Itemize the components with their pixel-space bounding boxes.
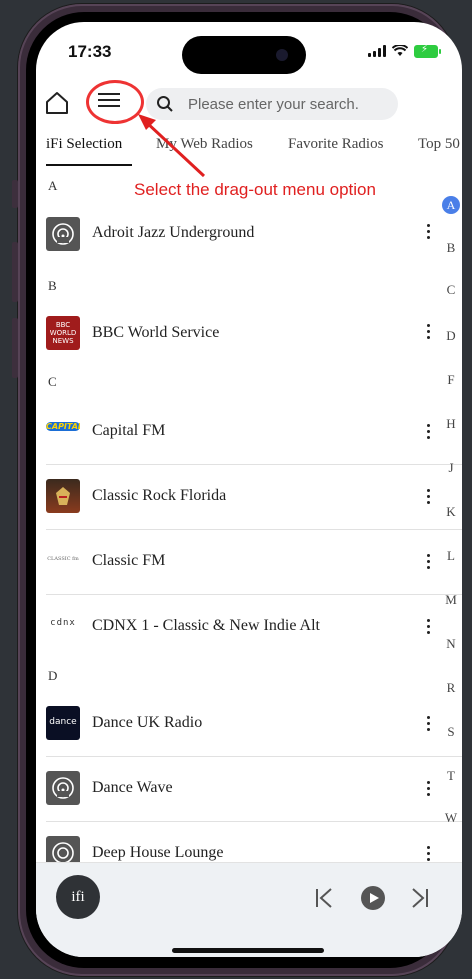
station-name: Dance UK Radio (92, 714, 203, 731)
station-name: Deep House Lounge (92, 844, 224, 861)
tab-bar: iFi Selection My Web Radios Favorite Rad… (36, 136, 462, 168)
alpha-index-h[interactable]: H (442, 416, 460, 432)
more-options-icon[interactable] (424, 424, 432, 444)
bbc-world-news-logo: BBC WORLD NEWS (46, 316, 80, 350)
battery-icon: ⚡ (414, 44, 441, 58)
station-name: CDNX 1 - Classic & New Indie Alt (92, 617, 320, 634)
radio-placeholder-icon (46, 836, 80, 862)
more-options-icon[interactable] (424, 619, 432, 639)
station-name: Adroit Jazz Underground (92, 224, 255, 241)
station-row[interactable]: Classic Rock Florida (36, 465, 436, 529)
more-options-icon[interactable] (424, 224, 432, 244)
volume-up-button (12, 242, 18, 302)
status-bar: 17:33 ⚡ (36, 22, 462, 82)
previous-track-icon[interactable] (314, 887, 334, 909)
radio-placeholder-icon (46, 771, 80, 805)
tab-ifi-selection[interactable]: iFi Selection (46, 136, 122, 153)
more-options-icon[interactable] (424, 716, 432, 736)
search-placeholder: Please enter your search. (188, 95, 359, 113)
volume-down-button (12, 318, 18, 378)
tab-top-50[interactable]: Top 50 (418, 136, 460, 153)
station-row[interactable]: CLASSIC fm Classic FM (36, 530, 436, 594)
station-name: Capital FM (92, 422, 166, 439)
station-name: BBC World Service (92, 324, 220, 341)
station-row[interactable]: Deep House Lounge (36, 822, 436, 862)
station-name: Classic Rock Florida (92, 487, 227, 504)
wifi-icon (392, 45, 408, 56)
classic-rock-florida-logo (46, 479, 80, 513)
station-row[interactable]: Dance Wave (36, 757, 436, 821)
alpha-index-r[interactable]: R (442, 680, 460, 696)
mini-player: ifi (36, 862, 462, 957)
alpha-index-b[interactable]: B (442, 240, 460, 256)
signal-icon (368, 45, 386, 57)
alpha-index-l[interactable]: L (442, 548, 460, 564)
station-name: Classic FM (92, 552, 166, 569)
more-options-icon[interactable] (424, 781, 432, 801)
station-row[interactable]: dance Dance UK Radio (36, 692, 436, 756)
station-row[interactable]: Adroit Jazz Underground (36, 202, 436, 266)
more-options-icon[interactable] (424, 554, 432, 574)
tab-favorite-radios[interactable]: Favorite Radios (288, 136, 383, 153)
alpha-index-c[interactable]: C (442, 282, 460, 298)
annotation-label: Select the drag-out menu option (134, 180, 376, 199)
dynamic-island (182, 36, 306, 74)
alpha-index-w[interactable]: W (442, 810, 460, 826)
alpha-index-m[interactable]: M (442, 592, 460, 608)
station-name: Dance Wave (92, 779, 173, 796)
home-indicator (172, 948, 324, 953)
section-header-d: D (48, 668, 58, 683)
more-options-icon[interactable] (424, 489, 432, 509)
section-header-c: C (48, 374, 57, 389)
alpha-index-d[interactable]: D (442, 328, 460, 344)
alpha-index-k[interactable]: K (442, 504, 460, 520)
now-playing-avatar[interactable]: ifi (56, 875, 100, 919)
alpha-index-a[interactable]: A (442, 196, 460, 214)
capital-fm-logo: CAPITAL (46, 414, 80, 448)
alpha-index-n[interactable]: N (442, 636, 460, 652)
alpha-index-j[interactable]: J (442, 460, 460, 476)
next-track-icon[interactable] (410, 887, 430, 909)
status-time: 17:33 (68, 42, 112, 61)
more-options-icon[interactable] (424, 324, 432, 344)
station-row[interactable]: BBC WORLD NEWS BBC World Service (36, 302, 436, 366)
alpha-index-s[interactable]: S (442, 724, 460, 740)
more-options-icon[interactable] (424, 846, 432, 862)
station-row[interactable]: CAPITAL Capital FM (36, 400, 436, 464)
screen: 17:33 ⚡ Please enter your search. iFi Se… (36, 22, 462, 957)
section-header-b: B (48, 278, 57, 293)
search-icon (157, 96, 173, 112)
status-icons: ⚡ (368, 44, 441, 58)
alpha-index-f[interactable]: F (442, 372, 460, 388)
classic-fm-logo: CLASSIC fm (46, 544, 80, 578)
annotation-arrow-icon (138, 114, 206, 178)
side-button (12, 180, 18, 208)
home-icon[interactable] (44, 90, 70, 116)
station-row[interactable]: cdnx CDNX 1 - Classic & New Indie Alt (36, 595, 436, 659)
dance-uk-logo: dance (46, 706, 80, 740)
tab-active-indicator (46, 164, 132, 166)
section-header-a: A (48, 178, 58, 193)
radio-placeholder-icon (46, 217, 80, 251)
play-icon[interactable] (360, 885, 386, 911)
alpha-index-t[interactable]: T (442, 768, 460, 784)
front-camera (276, 49, 288, 61)
cdnx-logo: cdnx (46, 609, 80, 643)
